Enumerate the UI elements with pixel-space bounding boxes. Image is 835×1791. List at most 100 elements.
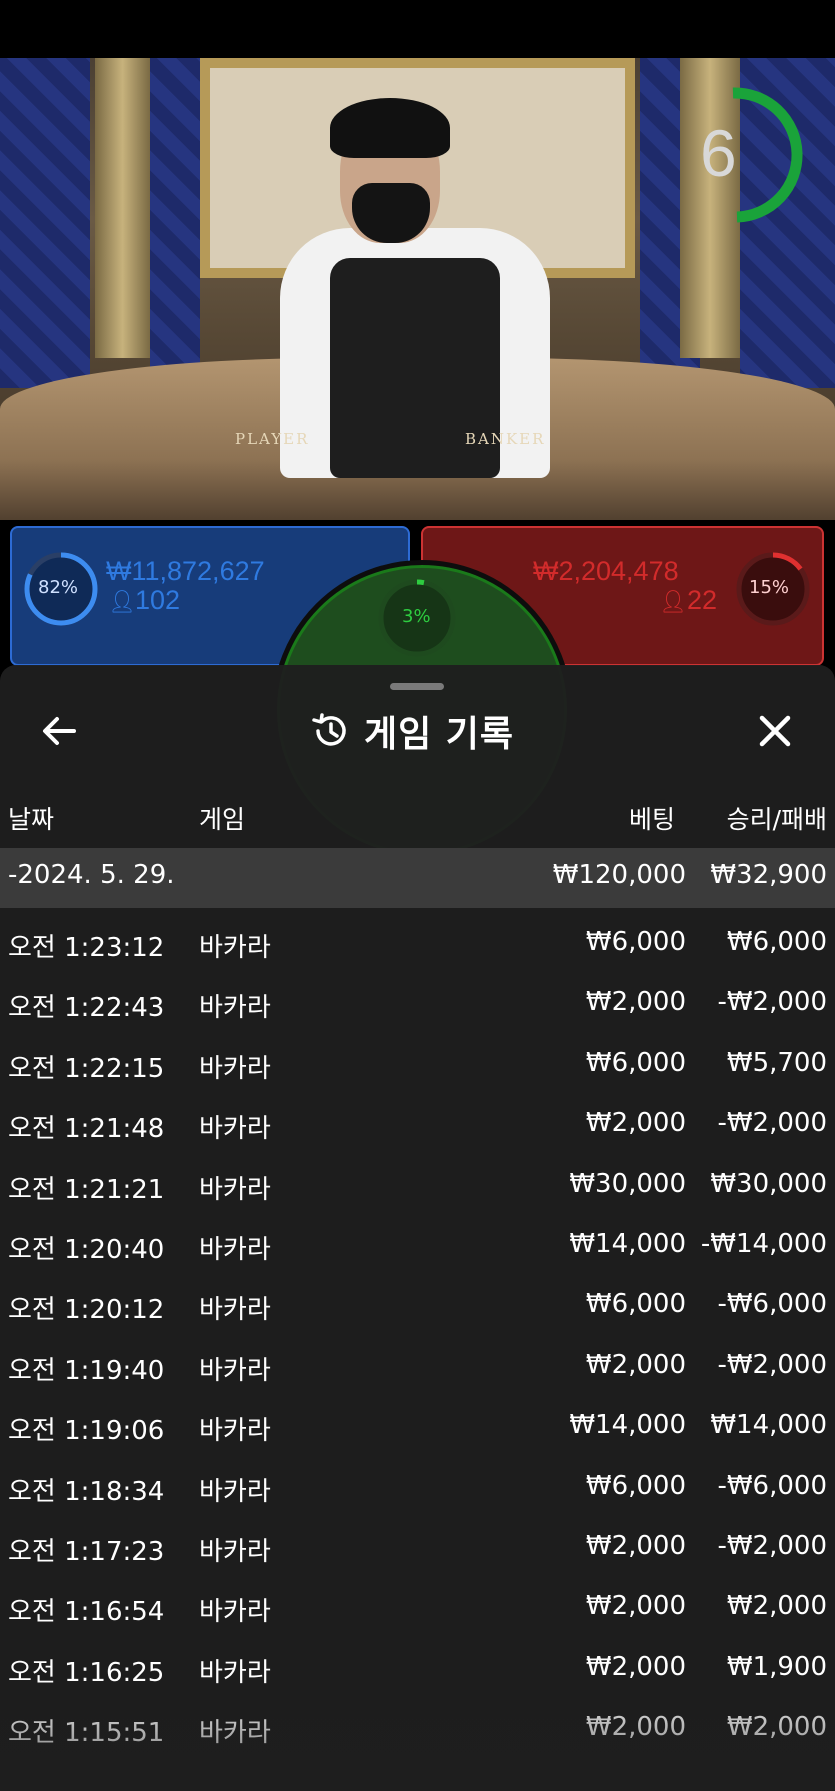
history-row[interactable]: 오전 1:21:48 바카라 ₩2,000 -₩2,000	[0, 1096, 835, 1156]
date-group-total-bet: ₩120,000	[552, 860, 686, 890]
wall-panel	[150, 58, 200, 388]
banker-percent: 15%	[749, 577, 790, 598]
history-row-game: 바카라	[199, 1114, 271, 1145]
history-row-bet: ₩6,000	[585, 1470, 686, 1501]
date-group-total-result: ₩32,900	[710, 860, 827, 890]
history-row[interactable]: 오전 1:16:25 바카라 ₩2,000 ₩1,900	[0, 1640, 835, 1700]
history-row-game: 바카라	[199, 1295, 271, 1326]
history-row-result: ₩2,000	[726, 1712, 827, 1743]
history-row-result: ₩30,000	[710, 1168, 827, 1199]
history-row-result: ₩6,000	[726, 927, 827, 957]
close-icon[interactable]	[754, 710, 796, 752]
history-row[interactable]: 오전 1:19:40 바카라 ₩2,000 -₩2,000	[0, 1338, 835, 1398]
banker-count: 22	[687, 585, 718, 615]
banker-count-icon: 👤︎	[659, 590, 687, 615]
history-row-result: -₩6,000	[717, 1289, 827, 1320]
history-row-bet: ₩2,000	[585, 1651, 686, 1682]
history-row-result: -₩2,000	[717, 987, 827, 1018]
history-row-game: 바카라	[199, 933, 271, 963]
history-row-time: 오전 1:21:21	[8, 1174, 165, 1205]
history-row-game: 바카라	[199, 1174, 271, 1205]
history-row-result: ₩1,900	[726, 1651, 827, 1682]
dealer-mask	[352, 183, 430, 243]
history-row-time: 오전 1:22:15	[8, 1053, 165, 1084]
history-row[interactable]: 오전 1:18:34 바카라 ₩6,000 -₩6,000	[0, 1459, 835, 1519]
history-row-bet: ₩14,000	[569, 1410, 686, 1441]
history-row-bet: ₩2,000	[585, 987, 686, 1018]
history-row-result: -₩14,000	[700, 1229, 827, 1259]
column-header-game: 게임	[199, 805, 246, 834]
table-label-player: PLAYER	[235, 430, 310, 448]
history-row[interactable]: 오전 1:22:43 바카라 ₩2,000 -₩2,000	[0, 975, 835, 1035]
history-row-game: 바카라	[199, 1537, 271, 1567]
dealer-hair	[330, 98, 450, 158]
table-label-banker: BANKER	[465, 430, 546, 448]
history-row[interactable]: 오전 1:20:12 바카라 ₩6,000 -₩6,000	[0, 1277, 835, 1337]
history-row-time: 오전 1:15:51	[8, 1718, 165, 1749]
history-row-result: -₩2,000	[717, 1108, 827, 1139]
history-row[interactable]: 오전 1:22:15 바카라 ₩6,000 ₩5,700	[0, 1036, 835, 1096]
date-group-row[interactable]: -2024. 5. 29. ₩120,000 ₩32,900	[0, 848, 835, 908]
back-arrow-icon[interactable]	[38, 710, 80, 752]
history-row-bet: ₩2,000	[585, 1531, 686, 1561]
history-row-game: 바카라	[199, 1718, 271, 1749]
history-row[interactable]: 오전 1:23:12 바카라 ₩6,000 ₩6,000	[0, 915, 835, 975]
history-row-bet: ₩14,000	[569, 1229, 686, 1259]
history-row-result: -₩6,000	[717, 1470, 827, 1501]
history-row-result: ₩5,700	[726, 1047, 827, 1078]
history-row-bet: ₩2,000	[585, 1591, 686, 1622]
history-row-time: 오전 1:16:54	[8, 1597, 165, 1628]
history-row-result: -₩2,000	[717, 1349, 827, 1380]
column-header-bet: 베팅	[628, 805, 675, 834]
player-percent: 82%	[38, 577, 79, 598]
player-count-icon: 👤︎	[108, 590, 136, 615]
history-row-result: -₩2,000	[717, 1531, 827, 1561]
history-row-game: 바카라	[199, 1657, 271, 1688]
history-row-time: 오전 1:19:40	[8, 1355, 165, 1386]
column-header-date: 날짜	[8, 805, 55, 834]
history-row-bet: ₩6,000	[585, 1289, 686, 1320]
history-row-bet: ₩2,000	[585, 1349, 686, 1380]
sheet-title: 게임 기록	[364, 714, 515, 755]
player-total-amount: ₩11,872,627	[106, 556, 265, 586]
history-row[interactable]: 오전 1:20:40 바카라 ₩14,000 -₩14,000	[0, 1217, 835, 1277]
sheet-drag-handle[interactable]	[390, 683, 444, 690]
history-row[interactable]: 오전 1:17:23 바카라 ₩2,000 -₩2,000	[0, 1519, 835, 1579]
history-row-game: 바카라	[199, 1235, 271, 1265]
history-icon	[312, 713, 346, 746]
history-row[interactable]: 오전 1:21:21 바카라 ₩30,000 ₩30,000	[0, 1157, 835, 1217]
history-row[interactable]: 오전 1:19:06 바카라 ₩14,000 ₩14,000	[0, 1398, 835, 1458]
status-bar	[0, 0, 835, 58]
player-count: 102	[135, 585, 181, 615]
history-row-game: 바카라	[199, 1416, 271, 1447]
history-row-time: 오전 1:22:43	[8, 993, 165, 1024]
history-row-time: 오전 1:18:34	[8, 1476, 165, 1507]
date-group-date: -2024. 5. 29.	[8, 860, 175, 890]
history-row-bet: ₩2,000	[585, 1712, 686, 1743]
banker-total-amount: ₩2,204,478	[533, 556, 679, 586]
history-row-bet: ₩2,000	[585, 1108, 686, 1139]
tie-percent: 3%	[402, 606, 431, 627]
history-row-time: 오전 1:23:12	[8, 933, 165, 963]
history-row-bet: ₩6,000	[585, 927, 686, 957]
history-row-bet: ₩30,000	[569, 1168, 686, 1199]
history-row-time: 오전 1:21:48	[8, 1114, 165, 1145]
gold-pillar	[95, 58, 150, 358]
column-header-result: 승리/패배	[726, 805, 827, 834]
history-row-game: 바카라	[199, 1355, 271, 1386]
history-row-game: 바카라	[199, 1476, 271, 1507]
history-row-time: 오전 1:20:40	[8, 1235, 165, 1265]
history-row-bet: ₩6,000	[585, 1047, 686, 1078]
sheet-header: 게임 기록	[310, 705, 514, 757]
history-row-result: ₩14,000	[710, 1410, 827, 1441]
history-row[interactable]: 오전 1:15:51 바카라 ₩2,000 ₩2,000	[0, 1700, 835, 1760]
history-row-result: ₩2,000	[726, 1591, 827, 1622]
history-row[interactable]: 오전 1:16:54 바카라 ₩2,000 ₩2,000	[0, 1579, 835, 1639]
history-row-time: 오전 1:19:06	[8, 1416, 165, 1447]
wall-panel-left	[0, 58, 90, 388]
history-row-game: 바카라	[199, 993, 271, 1024]
history-row-time: 오전 1:16:25	[8, 1657, 165, 1688]
history-row-time: 오전 1:20:12	[8, 1295, 165, 1326]
history-row-game: 바카라	[199, 1053, 271, 1084]
history-row-game: 바카라	[199, 1597, 271, 1628]
